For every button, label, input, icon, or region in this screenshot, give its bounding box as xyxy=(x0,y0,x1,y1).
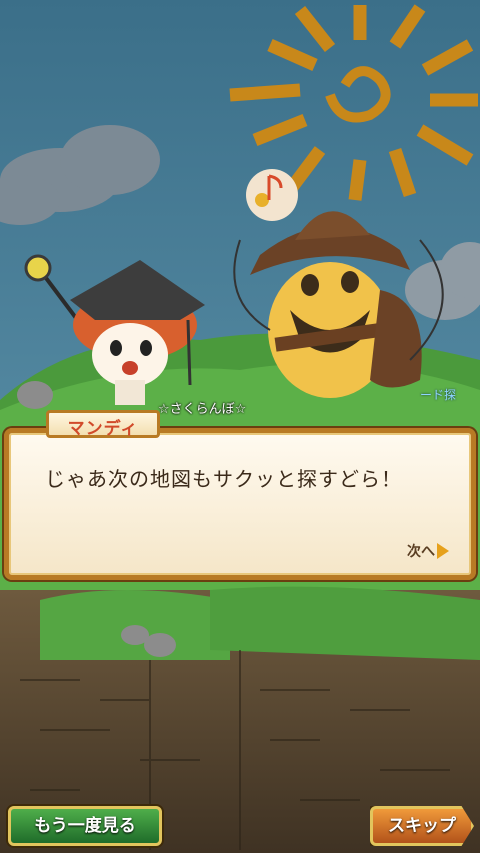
other-character-name: ード探 xyxy=(420,388,457,402)
player-name: ☆さくらんぼ☆ xyxy=(158,402,247,417)
replay-button[interactable]: もう一度見る xyxy=(8,806,162,846)
next-label: 次へ xyxy=(407,544,435,560)
next-button[interactable]: 次へ xyxy=(407,541,449,561)
speaker-tab: マンディ xyxy=(46,410,160,439)
dialog-box[interactable]: じゃあ次の地図もサクッと探すどら！ 次へ xyxy=(4,428,476,580)
music-note-icon xyxy=(246,169,298,221)
speaker-name: マンディ xyxy=(67,419,139,439)
next-arrow-icon xyxy=(437,543,449,559)
dialog-text: じゃあ次の地図もサクッと探すどら！ xyxy=(45,467,402,491)
skip-button[interactable]: スキップ xyxy=(370,806,474,846)
